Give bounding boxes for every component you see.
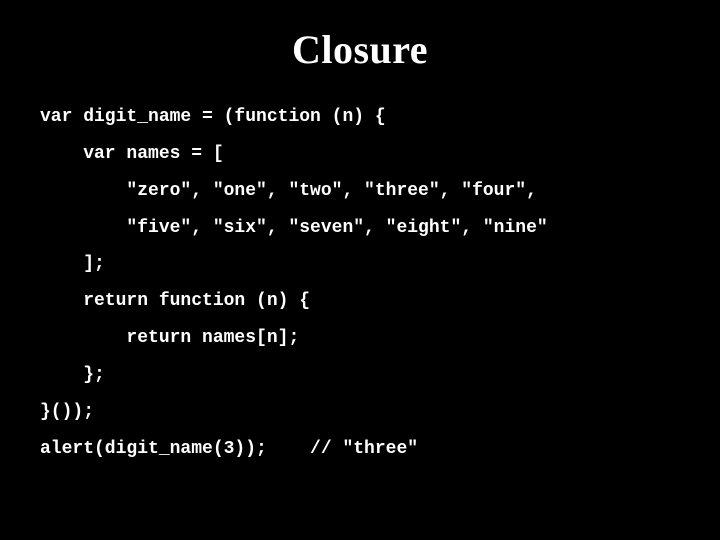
code-line: "zero", "one", "two", "three", "four",	[40, 182, 680, 201]
slide: Closure var digit_name = (function (n) {…	[0, 0, 720, 540]
code-line: alert(digit_name(3)); // "three"	[40, 440, 680, 459]
code-line: "five", "six", "seven", "eight", "nine"	[40, 219, 680, 238]
code-line: ];	[40, 255, 680, 274]
code-line: return names[n];	[40, 329, 680, 348]
code-line: }());	[40, 403, 680, 422]
code-line: };	[40, 366, 680, 385]
code-block: var digit_name = (function (n) { var nam…	[0, 83, 720, 459]
slide-title: Closure	[0, 0, 720, 83]
code-line: return function (n) {	[40, 292, 680, 311]
code-line: var digit_name = (function (n) {	[40, 108, 680, 127]
code-line: var names = [	[40, 145, 680, 164]
